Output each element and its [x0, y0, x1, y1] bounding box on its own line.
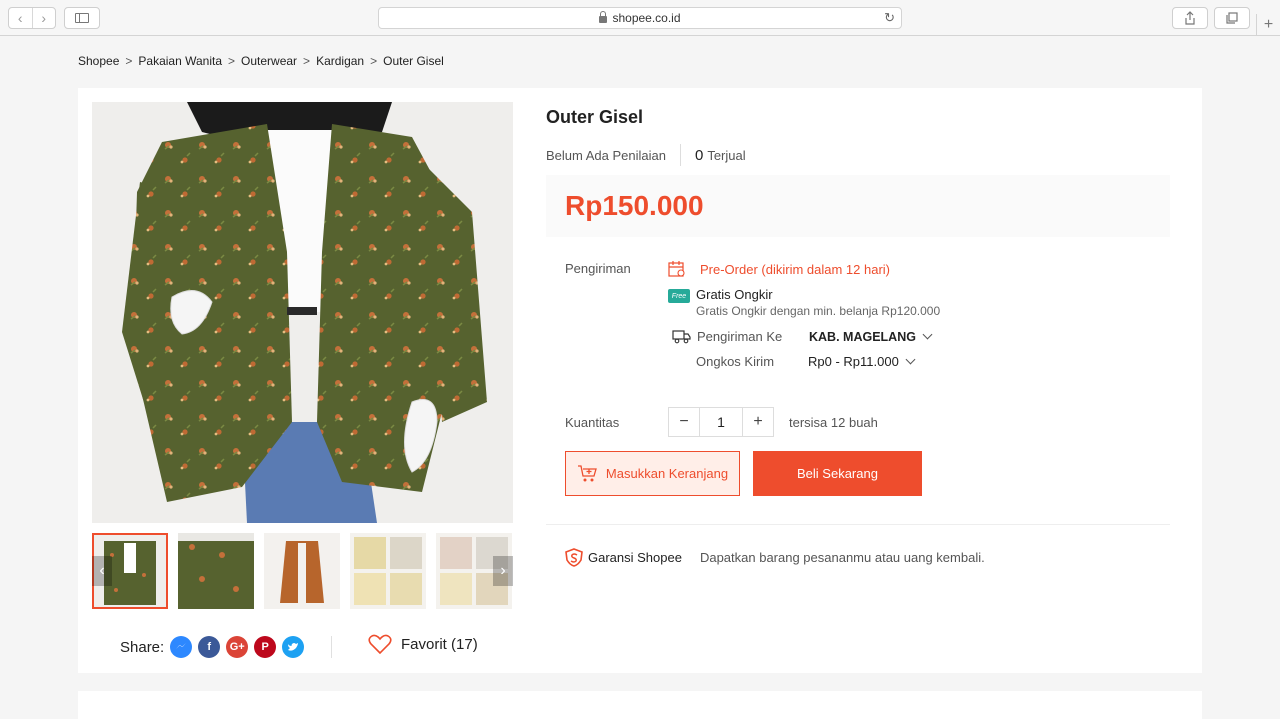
browser-toolbar: ‹ › shopee.co.id ↻ +: [0, 0, 1280, 36]
breadcrumb: Shopee > Pakaian Wanita > Outerwear > Ka…: [78, 54, 444, 68]
back-icon[interactable]: ‹: [9, 8, 32, 28]
shopee-guarantee: Garansi Shopee Dapatkan barang pesananmu…: [565, 548, 985, 567]
favorite-label: Favorit (17): [401, 635, 478, 653]
browser-share-button[interactable]: [1172, 7, 1208, 29]
address-bar[interactable]: shopee.co.id ↻: [378, 7, 902, 29]
chevron-down-icon: [922, 329, 933, 340]
breadcrumb-current: Outer Gisel: [383, 54, 444, 68]
calendar-icon: [668, 261, 685, 277]
price-box: Rp150.000: [546, 175, 1170, 237]
breadcrumb-kardigan[interactable]: Kardigan: [316, 54, 364, 68]
google-plus-icon[interactable]: G+: [226, 636, 249, 658]
forward-icon[interactable]: ›: [31, 8, 56, 28]
thumbnail-2[interactable]: [178, 533, 254, 609]
sold-label: Terjual: [707, 147, 746, 163]
pinterest-icon[interactable]: P: [254, 636, 277, 658]
quantity-input[interactable]: 1: [699, 408, 743, 436]
rating-divider: [679, 144, 681, 166]
thumbnail-next-icon[interactable]: ›: [493, 556, 513, 586]
add-to-cart-label: Masukkan Keranjang: [605, 466, 729, 481]
product-main-image[interactable]: [92, 102, 513, 523]
sold-count: 0: [694, 146, 704, 164]
favorite-button[interactable]: Favorit (17): [368, 634, 478, 654]
quantity-label: Kuantitas: [565, 415, 620, 430]
messenger-icon[interactable]: [170, 636, 193, 658]
thumbnail-3[interactable]: [264, 533, 340, 609]
buy-now-label: Beli Sekarang: [797, 466, 878, 481]
thumbnail-4[interactable]: [350, 533, 426, 609]
breadcrumb-outerwear[interactable]: Outerwear: [241, 54, 297, 68]
ship-to-label: Pengiriman Ke: [697, 329, 783, 344]
share-icon: [1185, 11, 1195, 25]
tab-overview-button[interactable]: [1214, 7, 1250, 29]
address-url: shopee.co.id: [612, 11, 681, 25]
section-divider: [546, 524, 1170, 525]
quantity-stepper: − 1 +: [668, 407, 774, 437]
free-shipping-subtitle: Gratis Ongkir dengan min. belanja Rp120.…: [696, 304, 941, 318]
chevron-down-icon: [905, 354, 916, 365]
shipping-cost-label: Ongkos Kirim: [696, 354, 775, 369]
thumbnail-strip: ‹ ›: [92, 533, 513, 609]
share-label: Share:: [120, 638, 165, 656]
heart-icon: [368, 634, 392, 654]
free-shipping-title: Gratis Ongkir: [696, 287, 773, 302]
cart-plus-icon: [577, 464, 597, 481]
ship-to-value: KAB. MAGELANG: [809, 330, 916, 344]
new-tab-button[interactable]: +: [1256, 14, 1280, 36]
free-shipping-row: Free Gratis Ongkir Gratis Ongkir dengan …: [668, 287, 940, 318]
product-title: Outer Gisel: [546, 107, 644, 127]
shipping-cost-row: Ongkos Kirim Rp0 - Rp11.000: [696, 354, 916, 369]
shipping-label: Pengiriman: [565, 261, 631, 276]
ship-to-dropdown[interactable]: KAB. MAGELANG: [809, 329, 933, 344]
shipping-cost-dropdown[interactable]: Rp0 - Rp11.000: [808, 354, 916, 369]
product-price: Rp150.000: [565, 190, 704, 221]
sidebar-toggle-button[interactable]: [64, 7, 100, 29]
breadcrumb-pakaian-wanita[interactable]: Pakaian Wanita: [138, 54, 222, 68]
free-shipping-icon: Free: [668, 289, 690, 303]
quantity-increment-button[interactable]: +: [743, 408, 773, 436]
sidebar-icon: [75, 13, 89, 23]
ship-to-row: Pengiriman Ke KAB. MAGELANG: [672, 329, 933, 344]
thumbnail-prev-icon[interactable]: ‹: [92, 556, 112, 586]
shipping-cost-value: Rp0 - Rp11.000: [808, 354, 899, 369]
preorder-row: Pre-Order (dikirim dalam 12 hari): [668, 261, 890, 277]
truck-icon: [672, 330, 691, 344]
breadcrumb-separator: >: [303, 54, 311, 68]
buy-now-button[interactable]: Beli Sekarang: [753, 451, 922, 496]
history-nav: ‹ ›: [8, 7, 56, 29]
share-row: Share: f G+ P: [120, 633, 305, 661]
add-to-cart-button[interactable]: Masukkan Keranjang: [565, 451, 740, 496]
breadcrumb-separator: >: [370, 54, 378, 68]
quantity-decrement-button[interactable]: −: [669, 408, 699, 436]
facebook-icon[interactable]: f: [198, 636, 221, 658]
shop-info-card: [78, 691, 1202, 719]
stock-remaining: tersisa 12 buah: [789, 415, 878, 430]
product-card: ‹ › Share: f G+ P Favorit (17) Outer Gis…: [78, 88, 1202, 673]
breadcrumb-separator: >: [228, 54, 236, 68]
rating-text: Belum Ada Penilaian: [546, 147, 666, 163]
shield-icon: [565, 548, 583, 567]
lock-icon: [599, 10, 608, 23]
rating-row: Belum Ada Penilaian 0 Terjual: [546, 144, 746, 166]
guarantee-title: Garansi Shopee: [588, 550, 682, 565]
breadcrumb-shopee[interactable]: Shopee: [78, 54, 119, 68]
guarantee-description: Dapatkan barang pesananmu atau uang kemb…: [699, 550, 985, 565]
share-divider: [331, 636, 332, 658]
reload-icon[interactable]: ↻: [884, 10, 895, 26]
twitter-icon[interactable]: [282, 636, 305, 658]
tabs-icon: [1226, 12, 1238, 24]
breadcrumb-separator: >: [125, 54, 133, 68]
preorder-text: Pre-Order (dikirim dalam 12 hari): [700, 261, 890, 277]
